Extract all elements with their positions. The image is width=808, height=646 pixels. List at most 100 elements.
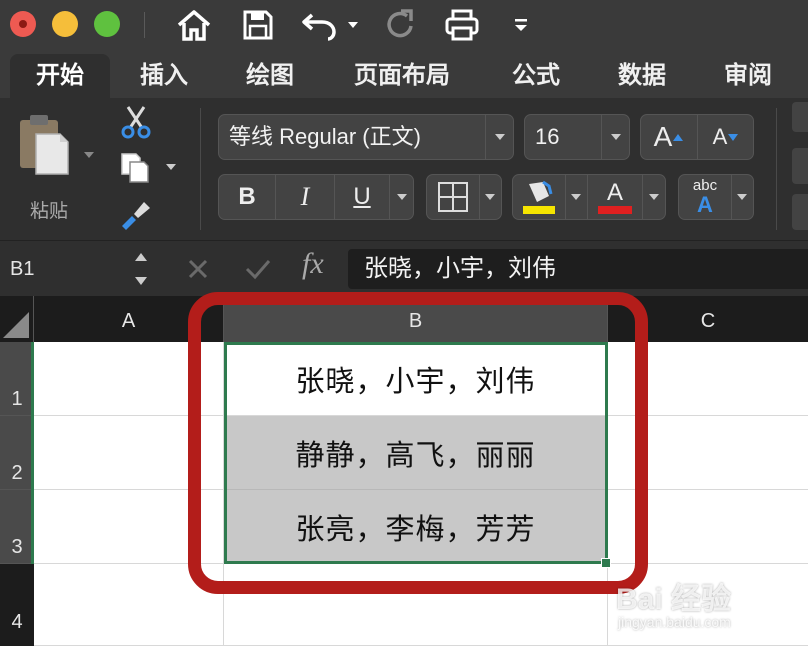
watermark-site: jingyan.baidu.com: [618, 614, 731, 630]
increase-font-size-button[interactable]: A: [641, 115, 697, 159]
undo-button[interactable]: [298, 6, 364, 44]
paste-button[interactable]: 粘贴: [14, 110, 100, 222]
shrink-font-letter: A: [712, 124, 728, 149]
undo-icon: [302, 13, 358, 41]
borders-dropdown-arrow[interactable]: [485, 194, 495, 200]
font-name-value: 等线 Regular (正文): [229, 124, 421, 149]
row-4-number: 4: [11, 611, 23, 633]
maximize-window-button[interactable]: [94, 11, 120, 37]
row-2-number: 2: [11, 462, 23, 484]
format-painter-button[interactable]: [118, 196, 154, 232]
borders-button[interactable]: [427, 175, 479, 219]
watermark: Bai 经验 jingyan.baidu.com: [616, 560, 808, 646]
font-name-dropdown-arrow[interactable]: [485, 115, 513, 159]
borders-icon: [438, 182, 468, 212]
align-top-button[interactable]: [792, 102, 808, 132]
formula-input[interactable]: 张晓，小宇，刘伟: [348, 249, 808, 289]
ribbon-divider: [200, 108, 201, 230]
redo-icon: [387, 9, 413, 38]
name-box-value: B1: [10, 258, 35, 280]
name-box-stepper-icon[interactable]: [132, 247, 150, 291]
row-header-3[interactable]: 3: [0, 490, 34, 564]
select-all-button[interactable]: [0, 296, 34, 342]
align-middle-button[interactable]: [792, 148, 808, 184]
scissors-icon: [121, 106, 151, 139]
save-button[interactable]: [236, 6, 280, 44]
borders-group: [426, 174, 502, 220]
copy-button[interactable]: [118, 150, 178, 190]
decrease-font-size-button[interactable]: A: [698, 115, 754, 159]
copy-icon: [121, 153, 149, 183]
phonetic-divider: [731, 175, 732, 219]
fill-divider: [565, 175, 566, 219]
watermark-brand: Bai 经验: [616, 583, 732, 616]
bold-button[interactable]: B: [219, 175, 275, 219]
cut-button[interactable]: [118, 104, 154, 144]
underline-dropdown-arrow[interactable]: [397, 194, 407, 200]
paintbrush-icon: [122, 202, 150, 230]
home-button[interactable]: [172, 6, 216, 44]
formula-bar: B1 fx 张晓，小宇，刘伟: [0, 240, 808, 296]
title-bar: [0, 0, 808, 50]
minimize-window-button[interactable]: [52, 11, 78, 37]
home-icon: [177, 10, 211, 41]
formula-value: 张晓，小宇，刘伟: [364, 255, 556, 282]
excel-window: 开始 插入 绘图 页面布局 公式 数据 审阅 粘贴 等线 Regular (正文…: [0, 0, 808, 646]
title-divider: [144, 12, 145, 38]
tab-insert[interactable]: 插入: [126, 54, 202, 98]
tab-draw[interactable]: 绘图: [232, 54, 308, 98]
font-name-select[interactable]: 等线 Regular (正文): [218, 114, 514, 160]
name-box[interactable]: B1: [0, 241, 160, 297]
tab-review[interactable]: 审阅: [710, 54, 786, 98]
text-style-group: B I U: [218, 174, 414, 220]
tab-data[interactable]: 数据: [604, 54, 680, 98]
color-group: A: [512, 174, 666, 220]
font-color-dropdown-arrow[interactable]: [649, 194, 659, 200]
borders-divider: [479, 175, 480, 219]
underline-button[interactable]: U: [335, 175, 389, 219]
close-window-button[interactable]: [10, 11, 36, 37]
fill-color-dropdown-arrow[interactable]: [571, 194, 581, 200]
ribbon-home-panel: 粘贴 等线 Regular (正文) 16 A A B I U A abc A: [0, 98, 808, 240]
arrow-up-icon: [673, 134, 684, 141]
tab-formulas[interactable]: 公式: [498, 54, 574, 98]
underline-divider: [389, 175, 390, 219]
tab-home[interactable]: 开始: [10, 54, 110, 98]
ribbon-divider-2: [776, 108, 777, 230]
redo-button[interactable]: [378, 6, 422, 44]
phonetic-group: abc A: [678, 174, 754, 220]
row-header-2[interactable]: 2: [0, 416, 34, 490]
confirm-check-icon[interactable]: [244, 257, 272, 281]
phonetic-guide-button[interactable]: abc A: [679, 175, 731, 219]
chevron-down-icon: [515, 19, 527, 31]
grow-font-letter: A: [653, 121, 673, 152]
font-size-value: 16: [535, 124, 560, 149]
paste-dropdown-arrow[interactable]: [84, 152, 94, 158]
align-left-button[interactable]: [792, 194, 808, 230]
font-size-select[interactable]: 16: [524, 114, 630, 160]
highlight-annotation-frame: [188, 292, 648, 594]
italic-button[interactable]: I: [276, 175, 334, 219]
font-size-dropdown-arrow[interactable]: [601, 115, 629, 159]
font-color-letter: A: [606, 179, 623, 206]
font-color-button[interactable]: A: [588, 175, 642, 219]
abc-letter: A: [697, 192, 713, 217]
phonetic-dropdown-arrow[interactable]: [737, 194, 747, 200]
row-header-4[interactable]: 4: [0, 564, 34, 646]
tab-page-layout[interactable]: 页面布局: [336, 54, 468, 98]
paint-bucket-icon: [523, 180, 555, 214]
highlight-swatch: [523, 206, 555, 214]
clipboard-icon: [20, 115, 69, 175]
fill-color-button[interactable]: [513, 175, 565, 219]
save-icon: [243, 10, 273, 40]
printer-icon: [445, 9, 479, 41]
row-header-1[interactable]: 1: [0, 342, 34, 416]
copy-dropdown-arrow[interactable]: [166, 164, 176, 170]
arrow-down-icon: [728, 134, 739, 141]
customize-toolbar-button[interactable]: [506, 6, 536, 44]
cancel-icon[interactable]: [186, 257, 210, 281]
font-size-adjust-group: A A: [640, 114, 754, 160]
insert-function-button[interactable]: fx: [302, 247, 324, 281]
row-3-number: 3: [11, 536, 23, 558]
print-button[interactable]: [440, 6, 484, 44]
